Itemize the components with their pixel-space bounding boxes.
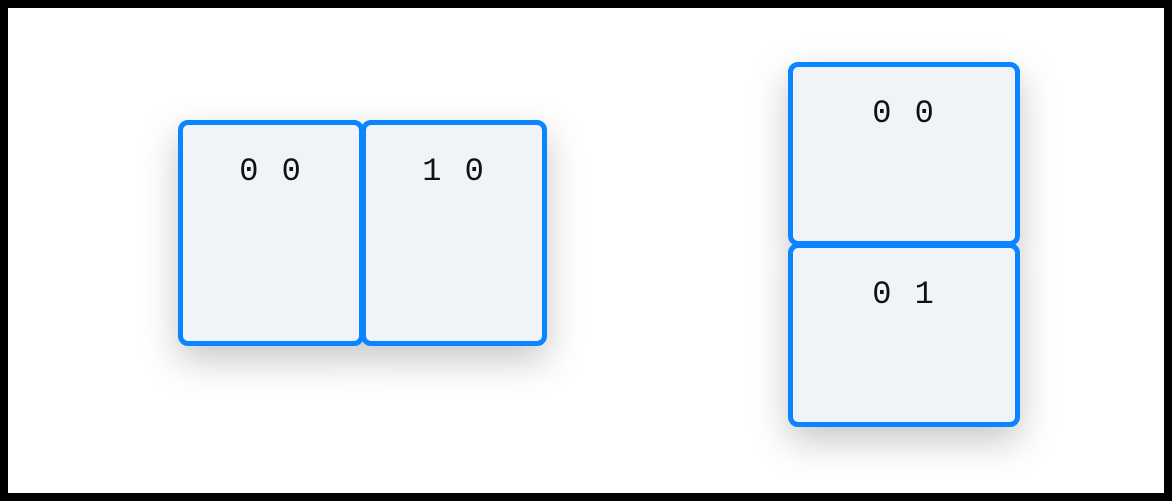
grid-box: 0 1 (788, 243, 1020, 427)
box-label: 0 0 (872, 95, 936, 132)
box-label: 0 1 (872, 276, 936, 313)
box-label: 0 0 (239, 153, 303, 190)
box-label: 1 0 (422, 153, 486, 190)
box-group-vertical: 0 0 0 1 (788, 62, 1020, 427)
grid-box: 1 0 (361, 120, 547, 346)
box-group-horizontal: 0 0 1 0 (178, 120, 547, 346)
grid-box: 0 0 (178, 120, 364, 346)
grid-box: 0 0 (788, 62, 1020, 246)
diagram-canvas: 0 0 1 0 0 0 0 1 (8, 8, 1164, 493)
